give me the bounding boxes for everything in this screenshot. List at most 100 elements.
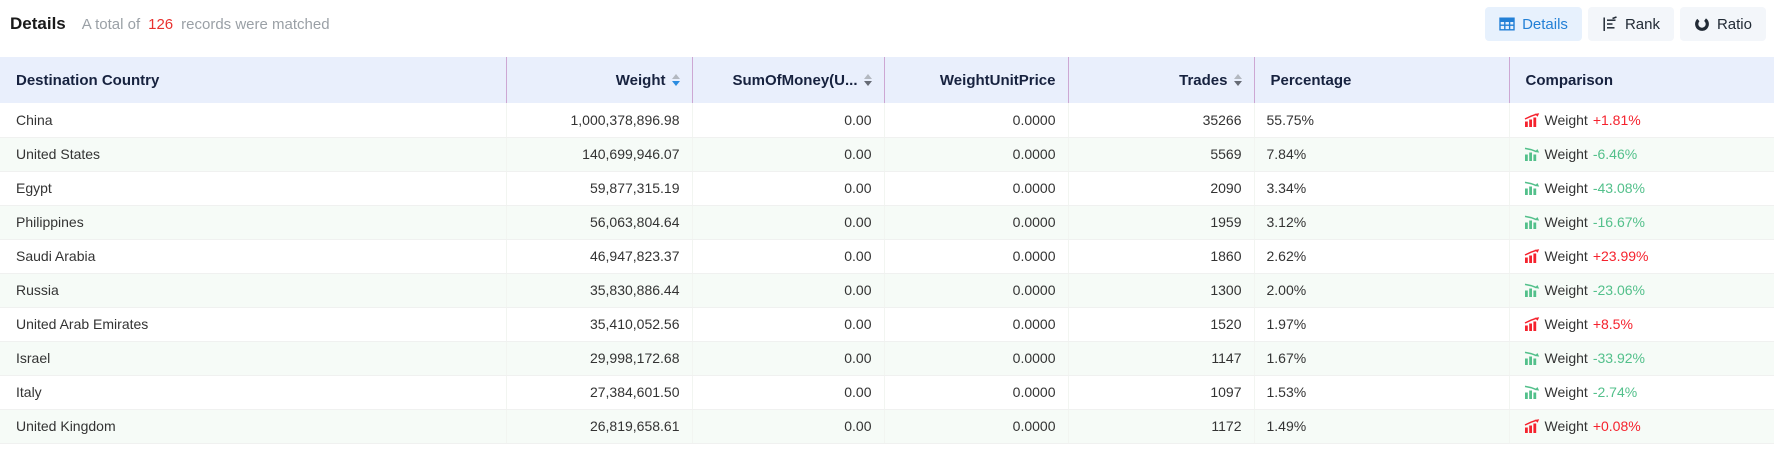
weight-cell: 56,063,804.64 xyxy=(506,205,692,239)
destination-country-cell: Italy xyxy=(0,375,506,409)
rank-view-label: Rank xyxy=(1625,16,1660,33)
trades-cell: 1860 xyxy=(1068,239,1254,273)
table-row: Egypt59,877,315.190.000.000020903.34% We… xyxy=(0,171,1774,205)
trend-down-bars-icon xyxy=(1524,147,1540,161)
sum-of-money-cell: 0.00 xyxy=(692,307,884,341)
weight-sort-control[interactable] xyxy=(672,74,680,86)
table-row: Russia35,830,886.440.000.000013002.00% W… xyxy=(0,273,1774,307)
trend-down-bars-icon xyxy=(1524,283,1540,297)
destination-country-cell: United Arab Emirates xyxy=(0,307,506,341)
comparison-cell: Weight +0.08% xyxy=(1509,409,1774,443)
weight-cell: 27,384,601.50 xyxy=(506,375,692,409)
rank-view-button[interactable]: Rank xyxy=(1588,7,1674,41)
sort-asc-icon xyxy=(864,74,872,79)
trades-cell: 5569 xyxy=(1068,137,1254,171)
percentage-cell: 1.67% xyxy=(1254,341,1509,375)
comparison-cell: Weight -6.46% xyxy=(1509,137,1774,171)
sum-of-money-cell: 0.00 xyxy=(692,341,884,375)
trend-up-bars-icon xyxy=(1524,249,1540,263)
comparison-cell: Weight +23.99% xyxy=(1509,239,1774,273)
column-header-percentage: Percentage xyxy=(1254,57,1509,103)
column-header-comparison: Comparison xyxy=(1509,57,1774,103)
weight-unit-price-cell: 0.0000 xyxy=(884,239,1068,273)
sum-of-money-cell: 0.00 xyxy=(692,137,884,171)
comparison-change-value: +1.81% xyxy=(1593,112,1641,128)
comparison-cell: Weight-23.06% xyxy=(1509,273,1774,307)
comparison-metric-label: Weight xyxy=(1545,248,1588,264)
weight-cell: 35,830,886.44 xyxy=(506,273,692,307)
weight-unit-price-cell: 0.0000 xyxy=(884,307,1068,341)
column-header-weight[interactable]: Weight xyxy=(506,57,692,103)
trades-sort-control[interactable] xyxy=(1234,74,1242,86)
table-row: Saudi Arabia46,947,823.370.000.000018602… xyxy=(0,239,1774,273)
table-row: Philippines56,063,804.640.000.000019593.… xyxy=(0,205,1774,239)
comparison-cell: Weight -33.92% xyxy=(1509,341,1774,375)
destination-country-cell: China xyxy=(0,103,506,137)
destination-country-cell: Philippines xyxy=(0,205,506,239)
details-view-label: Details xyxy=(1522,16,1568,33)
destination-country-cell: Israel xyxy=(0,341,506,375)
details-view-button[interactable]: Details xyxy=(1485,7,1582,41)
sort-asc-icon xyxy=(672,74,680,79)
details-table: Destination Country Weight SumOfMoney(U.… xyxy=(0,57,1774,444)
trades-cell: 1097 xyxy=(1068,375,1254,409)
percentage-cell: 3.12% xyxy=(1254,205,1509,239)
column-header-sum-of-money[interactable]: SumOfMoney(U... xyxy=(692,57,884,103)
destination-country-cell: United Kingdom xyxy=(0,409,506,443)
page-header: Details A total of 126 records were matc… xyxy=(0,0,1774,48)
comparison-cell: Weight+8.5% xyxy=(1509,307,1774,341)
comparison-cell: Weight+1.81% xyxy=(1509,103,1774,137)
table-row: United Arab Emirates35,410,052.560.000.0… xyxy=(0,307,1774,341)
trades-cell: 1300 xyxy=(1068,273,1254,307)
sum-of-money-sort-control[interactable] xyxy=(864,74,872,86)
table-row: Italy27,384,601.500.000.000010971.53% We… xyxy=(0,375,1774,409)
percentage-cell: 2.00% xyxy=(1254,273,1509,307)
summary-suffix: records were matched xyxy=(181,16,329,33)
sum-of-money-cell: 0.00 xyxy=(692,103,884,137)
destination-country-cell: United States xyxy=(0,137,506,171)
weight-cell: 59,877,315.19 xyxy=(506,171,692,205)
comparison-change-value: +0.08% xyxy=(1593,418,1641,434)
weight-unit-price-cell: 0.0000 xyxy=(884,375,1068,409)
weight-cell: 26,819,658.61 xyxy=(506,409,692,443)
weight-unit-price-cell: 0.0000 xyxy=(884,137,1068,171)
weight-cell: 46,947,823.37 xyxy=(506,239,692,273)
trades-cell: 1520 xyxy=(1068,307,1254,341)
percentage-cell: 1.49% xyxy=(1254,409,1509,443)
comparison-metric-label: Weight xyxy=(1545,418,1588,434)
comparison-metric-label: Weight xyxy=(1545,350,1588,366)
table-icon xyxy=(1499,16,1515,32)
sort-desc-icon xyxy=(864,81,872,86)
destination-country-cell: Saudi Arabia xyxy=(0,239,506,273)
comparison-metric-label: Weight xyxy=(1545,180,1588,196)
comparison-change-value: +8.5% xyxy=(1593,316,1633,332)
weight-unit-price-cell: 0.0000 xyxy=(884,409,1068,443)
comparison-change-value: +23.99% xyxy=(1593,248,1649,264)
percentage-cell: 7.84% xyxy=(1254,137,1509,171)
percentage-cell: 1.97% xyxy=(1254,307,1509,341)
trades-cell: 1172 xyxy=(1068,409,1254,443)
column-header-destination-country: Destination Country xyxy=(0,57,506,103)
column-header-trades[interactable]: Trades xyxy=(1068,57,1254,103)
table-row: United States140,699,946.070.000.0000556… xyxy=(0,137,1774,171)
table-body: China1,000,378,896.980.000.00003526655.7… xyxy=(0,103,1774,443)
weight-cell: 35,410,052.56 xyxy=(506,307,692,341)
comparison-metric-label: Weight xyxy=(1545,146,1588,162)
destination-country-cell: Egypt xyxy=(0,171,506,205)
page-title: Details xyxy=(10,14,66,34)
trend-down-bars-icon xyxy=(1524,215,1540,229)
weight-unit-price-cell: 0.0000 xyxy=(884,205,1068,239)
ratio-view-button[interactable]: Ratio xyxy=(1680,7,1766,41)
view-switch: Details Rank Ratio xyxy=(1485,7,1766,41)
sum-of-money-cell: 0.00 xyxy=(692,171,884,205)
trend-down-bars-icon xyxy=(1524,385,1540,399)
trades-cell: 35266 xyxy=(1068,103,1254,137)
table-row: China1,000,378,896.980.000.00003526655.7… xyxy=(0,103,1774,137)
comparison-change-value: -2.74% xyxy=(1593,384,1637,400)
sum-of-money-cell: 0.00 xyxy=(692,409,884,443)
trend-up-bars-icon xyxy=(1524,317,1540,331)
comparison-change-value: -33.92% xyxy=(1593,350,1645,366)
percentage-cell: 3.34% xyxy=(1254,171,1509,205)
sum-of-money-cell: 0.00 xyxy=(692,375,884,409)
comparison-change-value: -6.46% xyxy=(1593,146,1637,162)
